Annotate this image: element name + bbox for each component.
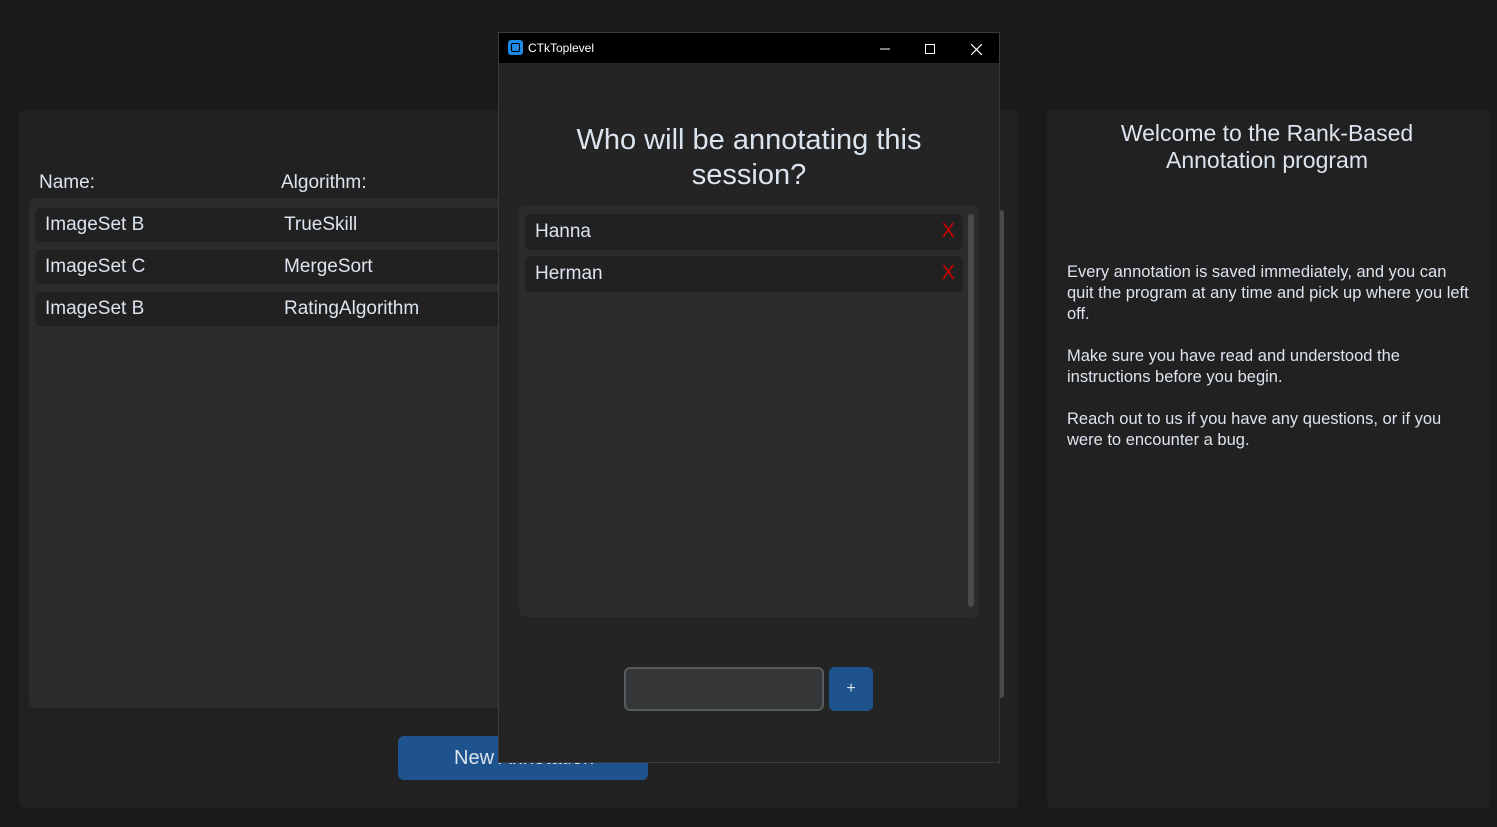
maximize-button[interactable]	[907, 33, 953, 63]
annotation-row[interactable]: ImageSet B TrueSkill	[35, 208, 500, 242]
row-name: ImageSet C	[45, 256, 146, 277]
row-algorithm: RatingAlgorithm	[284, 298, 420, 319]
welcome-title: Welcome to the Rank-Based Annotation pro…	[1120, 120, 1414, 173]
info-paragraph-instructions: Make sure you have read and understood t…	[1067, 347, 1400, 386]
welcome-panel: Welcome to the Rank-Based Annotation pro…	[1047, 110, 1490, 808]
row-name: ImageSet B	[45, 298, 145, 319]
annotator-list-scrollbar[interactable]	[968, 214, 974, 607]
row-algorithm: MergeSort	[284, 256, 373, 277]
close-button[interactable]	[953, 33, 999, 63]
dialog-titlebar[interactable]: CTkToplevel	[499, 33, 999, 63]
welcome-info: Every annotation is saved immediately, a…	[1067, 262, 1472, 472]
close-icon	[970, 43, 982, 56]
annotator-name: Herman	[535, 263, 603, 284]
annotator-name-input[interactable]	[624, 667, 824, 711]
algorithm-column-header: Algorithm:	[281, 172, 367, 193]
annotation-row[interactable]: ImageSet C MergeSort	[35, 250, 500, 284]
dialog-question: Who will be annotating this session?	[576, 124, 922, 191]
annotator-dialog: CTkToplevel Who will be annotating this …	[498, 32, 1000, 763]
minimize-icon	[880, 48, 890, 50]
minimize-button[interactable]	[862, 33, 908, 63]
app-icon	[508, 40, 523, 55]
annotator-row[interactable]: Herman X	[525, 256, 963, 292]
window-title: CTkToplevel	[528, 41, 595, 55]
row-name: ImageSet B	[45, 214, 145, 235]
annotator-list[interactable]: Hanna X Herman X	[519, 205, 979, 617]
row-algorithm: TrueSkill	[284, 214, 358, 235]
annotation-row[interactable]: ImageSet B RatingAlgorithm	[35, 292, 500, 326]
maximize-icon	[925, 44, 935, 55]
info-paragraph-saving: Every annotation is saved immediately, a…	[1067, 263, 1469, 323]
remove-annotator-button[interactable]: X	[942, 220, 955, 243]
remove-annotator-button[interactable]: X	[942, 262, 955, 285]
name-column-header: Name:	[39, 172, 95, 193]
annotator-row[interactable]: Hanna X	[525, 214, 963, 250]
add-annotator-button[interactable]: +	[829, 667, 873, 711]
info-paragraph-contact: Reach out to us if you have any question…	[1067, 410, 1442, 449]
annotator-name: Hanna	[535, 221, 591, 242]
